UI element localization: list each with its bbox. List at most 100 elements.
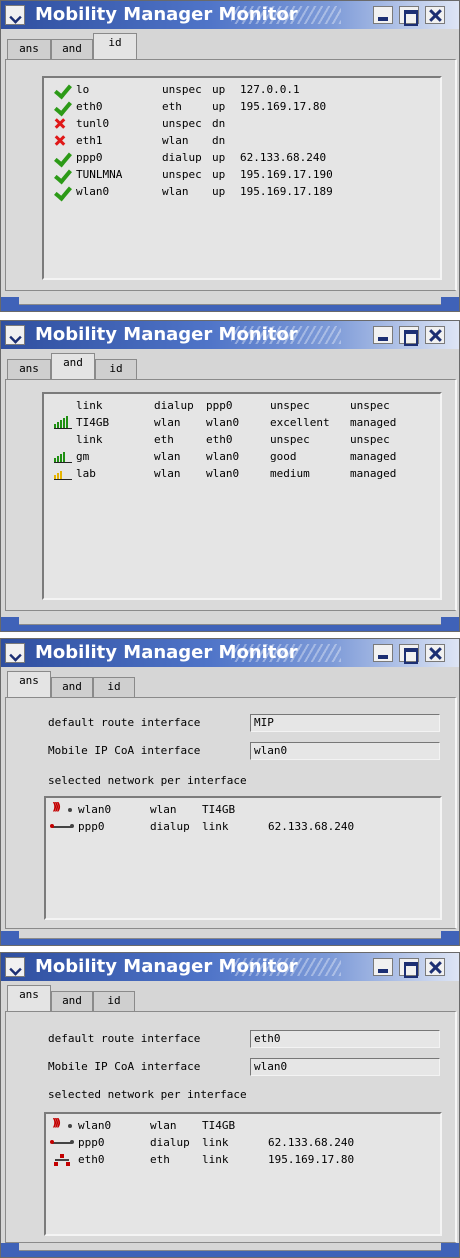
tab-ans[interactable]: ans [7,39,51,59]
network-row[interactable]: gm wlan wlan0 good managed [44,449,440,465]
selected-type: wlan [150,803,177,816]
interface-type: wlan [162,185,189,198]
network-row[interactable]: lab wlan wlan0 medium managed [44,466,440,482]
status-strip [1,938,459,945]
interface-name: ppp0 [76,151,103,164]
tab-and[interactable]: and [51,39,93,59]
titlebar[interactable]: Mobility Manager Monitor [1,639,459,667]
resize-handle-left[interactable] [1,617,19,631]
network-type: wlan [154,467,181,480]
tab-id[interactable]: id [93,991,135,1011]
interface-type: wlan [162,134,189,147]
check-icon [52,150,72,166]
selected-network-row[interactable]: eth0 eth link 195.169.17.80 [46,1152,440,1168]
tab-id[interactable]: id [93,33,137,59]
selected-network-row[interactable]: ppp0 dialup link 62.133.68.240 [46,1135,440,1151]
check-icon [52,184,72,200]
interface-row[interactable]: eth1 wlan dn [44,133,440,149]
interface-row[interactable]: wlan0 wlan up 195.169.17.189 [44,184,440,200]
selected-network-row[interactable]: ppp0 dialup link 62.133.68.240 [46,819,440,835]
window-menu-icon[interactable] [5,957,25,977]
selected-interface: ppp0 [78,820,105,833]
minimize-icon[interactable] [373,326,393,344]
interface-row[interactable]: ppp0 dialup up 62.133.68.240 [44,150,440,166]
titlebar[interactable]: Mobility Manager Monitor [1,321,459,349]
selected-network-list[interactable]: wlan0 wlan TI4GB ppp0 dialup link 62.133.68.24… [44,1112,442,1236]
tab-ans[interactable]: ans [7,985,51,1011]
network-type: dialup [154,399,194,412]
resize-handle-left[interactable] [1,297,19,311]
resize-handle-right[interactable] [441,617,459,631]
tab-panel: default route interface MIP Mobile IP Co… [5,697,457,929]
window-menu-icon[interactable] [5,325,25,345]
minimize-icon[interactable] [373,644,393,662]
tab-and[interactable]: and [51,353,95,379]
selected-network-list[interactable]: wlan0 wlan TI4GB ppp0 dialup link 62.133.68.24… [44,796,442,920]
tab-id[interactable]: id [93,677,135,697]
titlebar[interactable]: Mobility Manager Monitor [1,953,459,981]
selected-network-row[interactable]: wlan0 wlan TI4GB [46,800,440,818]
resize-handle-right[interactable] [441,1243,459,1257]
network-mode: unspec [350,399,390,412]
interface-name: eth0 [76,100,103,113]
interface-name: TUNLMNA [76,168,123,181]
tab-and[interactable]: and [51,991,93,1011]
selected-network: TI4GB [202,803,236,816]
close-icon[interactable] [425,958,445,976]
default-route-field[interactable]: MIP [250,714,440,732]
close-icon[interactable] [425,644,445,662]
resize-handle-left[interactable] [1,1243,19,1257]
titlebar[interactable]: Mobility Manager Monitor [1,1,459,29]
close-icon[interactable] [425,6,445,24]
close-icon[interactable] [425,326,445,344]
coa-field[interactable]: wlan0 [250,742,440,760]
network-name: gm [76,450,90,463]
interface-address: 127.0.0.1 [240,83,300,96]
interface-list[interactable]: lo unspec up 127.0.0.1 eth0 eth up 195.169.17.8… [42,76,442,280]
tab-panel: lo unspec up 127.0.0.1 eth0 eth up 195.169.17.8… [5,59,457,291]
selected-network-label: selected network per interface [48,774,247,787]
network-interface: eth0 [206,433,233,446]
network-row[interactable]: link eth eth0 unspec unspec [44,432,440,448]
network-quality: good [270,450,297,463]
interface-row[interactable]: tunl0 unspec dn [44,116,440,132]
selected-network-row[interactable]: wlan0 wlan TI4GB [46,1116,440,1134]
network-row[interactable]: TI4GB wlan wlan0 excellent managed [44,415,440,431]
check-icon [52,167,72,183]
tab-and[interactable]: and [51,677,93,697]
interface-row[interactable]: lo unspec up 127.0.0.1 [44,82,440,98]
network-row[interactable]: link dialup ppp0 unspec unspec [44,398,440,414]
interface-row[interactable]: TUNLMNA unspec up 195.169.17.190 [44,167,440,183]
minimize-icon[interactable] [373,6,393,24]
maximize-icon[interactable] [399,958,419,978]
interface-name: eth1 [76,134,103,147]
minimize-icon[interactable] [373,958,393,976]
network-type: wlan [154,450,181,463]
default-route-field[interactable]: eth0 [250,1030,440,1048]
maximize-icon[interactable] [399,644,419,664]
window-menu-icon[interactable] [5,5,25,25]
network-quality: medium [270,467,310,480]
network-mode: unspec [350,433,390,446]
check-icon [52,99,72,115]
resize-handle-right[interactable] [441,931,459,945]
selected-interface: ppp0 [78,1136,105,1149]
window-menu-icon[interactable] [5,643,25,663]
maximize-icon[interactable] [399,326,419,346]
interface-state: up [212,100,226,113]
tab-id[interactable]: id [95,359,137,379]
window-title: Mobility Manager Monitor [35,956,298,977]
resize-handle-left[interactable] [1,931,19,945]
interface-state: dn [212,134,226,147]
interface-row[interactable]: eth0 eth up 195.169.17.80 [44,99,440,115]
default-route-label: default route interface [48,716,201,729]
resize-handle-right[interactable] [441,297,459,311]
tab-ans[interactable]: ans [7,359,51,379]
selected-network: link [202,1153,229,1166]
coa-field[interactable]: wlan0 [250,1058,440,1076]
dialup-icon [50,1140,74,1144]
tab-ans[interactable]: ans [7,671,51,697]
network-mode: managed [350,467,397,480]
maximize-icon[interactable] [399,6,419,26]
network-list[interactable]: link dialup ppp0 unspec unspec TI4GB wlan wlan0… [42,392,442,600]
